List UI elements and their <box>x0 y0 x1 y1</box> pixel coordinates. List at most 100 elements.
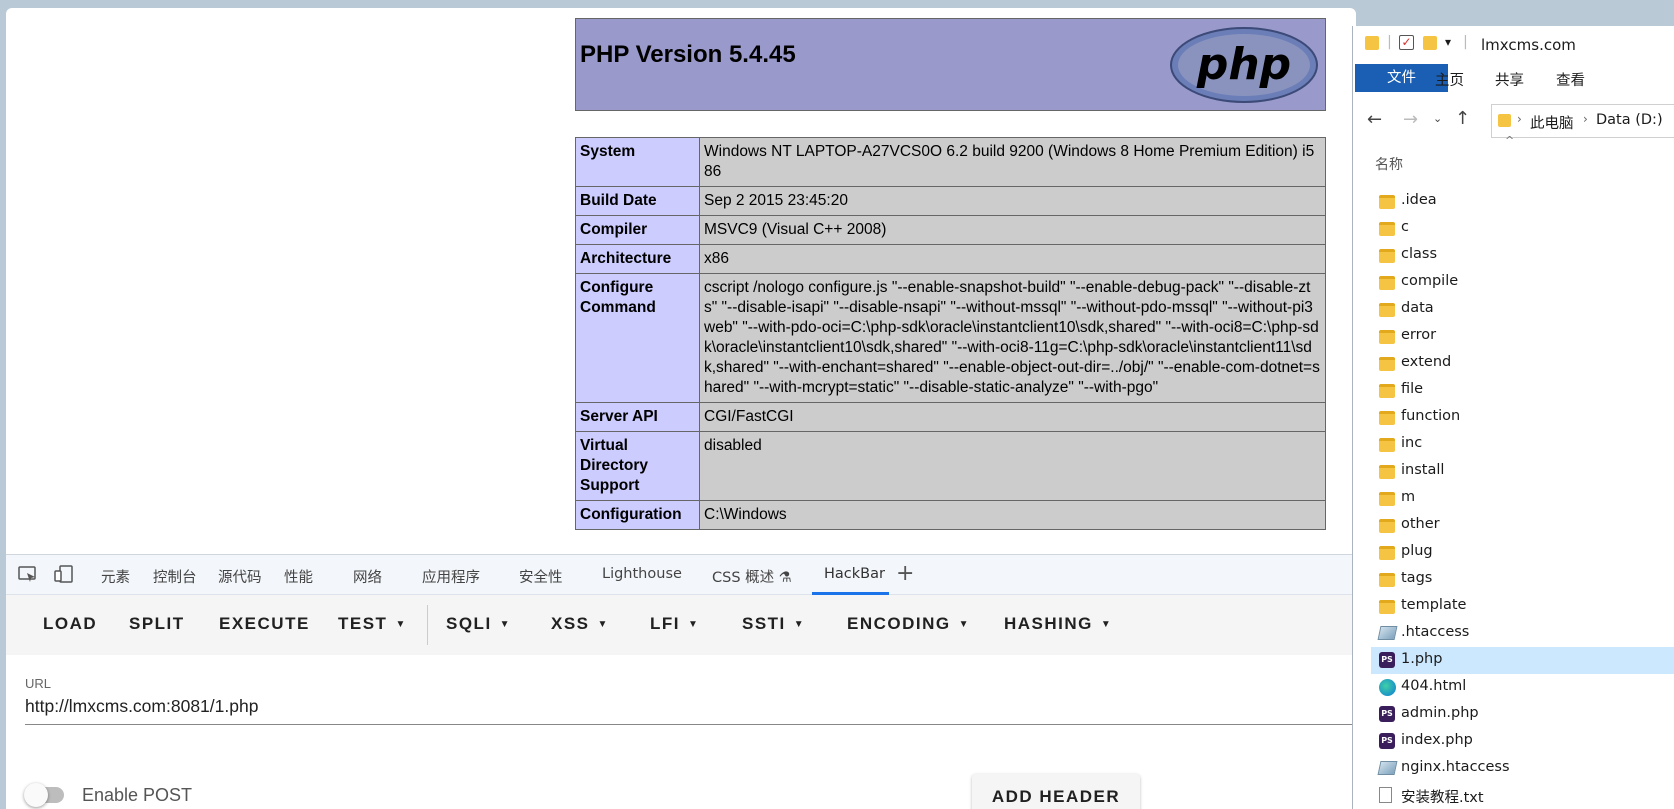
tab-network[interactable]: 网络 <box>353 566 382 587</box>
file-list-item[interactable]: compile <box>1371 269 1674 296</box>
tab-elements[interactable]: 元素 <box>101 566 130 587</box>
file-list-item[interactable]: class <box>1371 242 1674 269</box>
file-list-item[interactable]: .htaccess <box>1371 620 1674 647</box>
tab-application[interactable]: 应用程序 <box>422 566 480 587</box>
file-list-item[interactable]: .idea <box>1371 188 1674 215</box>
properties-icon[interactable]: ✓ <box>1399 35 1414 50</box>
ribbon-tab-view[interactable]: 查看 <box>1556 69 1585 90</box>
file-list-item[interactable]: PS 1.php <box>1371 647 1674 674</box>
phpinfo-key: Build Date <box>575 186 700 216</box>
ribbon-tab-share[interactable]: 共享 <box>1495 69 1524 90</box>
enable-post-label: Enable POST <box>82 785 193 805</box>
file-list-item[interactable]: data <box>1371 296 1674 323</box>
titlebar-divider: | <box>1463 34 1468 50</box>
file-list-item[interactable]: plug <box>1371 539 1674 566</box>
file-list-item[interactable]: template <box>1371 593 1674 620</box>
add-header-button[interactable]: ADD HEADER <box>972 774 1140 809</box>
folder-icon <box>1379 600 1395 614</box>
test-button[interactable]: TEST ▼ <box>338 614 407 634</box>
file-list-item[interactable]: PS admin.php <box>1371 701 1674 728</box>
file-list-item[interactable]: 安装教程.txt <box>1371 782 1674 809</box>
add-tab-icon[interactable]: + <box>896 561 914 586</box>
caret-down-icon: ▼ <box>1100 619 1113 630</box>
address-segment-drive[interactable]: Data (D:) <box>1596 112 1663 128</box>
tab-performance[interactable]: 性能 <box>284 566 313 587</box>
ribbon-tab-home[interactable]: 主页 <box>1435 69 1464 90</box>
tab-sources[interactable]: 源代码 <box>218 566 262 587</box>
encoding-button[interactable]: ENCODING ▼ <box>847 614 970 634</box>
folder-icon <box>1379 465 1395 479</box>
address-bar[interactable]: › 此电脑 › Data (D:) <box>1491 104 1674 138</box>
column-header-name[interactable]: 名称 <box>1375 154 1403 174</box>
url-input[interactable]: http://lmxcms.com:8081/1.php <box>25 696 258 717</box>
devtools-panel: 元素 控制台 源代码 性能 网络 应用程序 安全性 Lighthouse CSS… <box>6 554 1356 809</box>
inspect-element-icon[interactable] <box>18 565 40 585</box>
file-list-item[interactable]: m <box>1371 485 1674 512</box>
file-list-item[interactable]: function <box>1371 404 1674 431</box>
caret-down-icon: ▼ <box>958 619 971 630</box>
tab-hackbar[interactable]: HackBar <box>824 566 885 582</box>
split-button[interactable]: SPLIT <box>129 614 185 634</box>
enable-post-toggle-knob[interactable] <box>24 783 48 807</box>
titlebar-divider: | <box>1387 34 1392 50</box>
phpinfo-value: cscript /nologo configure.js "--enable-s… <box>699 273 1326 403</box>
file-list-item[interactable]: error <box>1371 323 1674 350</box>
file-list-item[interactable]: other <box>1371 512 1674 539</box>
load-button[interactable]: LOAD <box>43 614 97 634</box>
php-logo: php <box>1170 27 1318 103</box>
file-list-item[interactable]: 404.html <box>1371 674 1674 701</box>
file-list-item[interactable]: nginx.htaccess <box>1371 755 1674 782</box>
file-list-item[interactable]: inc <box>1371 431 1674 458</box>
phpinfo-row: Architecture x86 <box>575 244 1326 274</box>
tab-security[interactable]: 安全性 <box>519 566 563 587</box>
file-list-item[interactable]: extend <box>1371 350 1674 377</box>
ssti-button[interactable]: SSTI ▼ <box>742 614 805 634</box>
folder-icon <box>1379 249 1395 263</box>
lfi-button[interactable]: LFI ▼ <box>650 614 699 634</box>
toolbar-divider <box>427 605 428 645</box>
folder-icon <box>1379 546 1395 560</box>
file-name: extend <box>1401 354 1452 370</box>
phpinfo-row: Compiler MSVC9 (Visual C++ 2008) <box>575 215 1326 245</box>
phpinfo-key: Compiler <box>575 215 700 245</box>
phpinfo-row: Configuration C:\Windows <box>575 500 1326 530</box>
file-explorer-window: | ✓ ▾ | lmxcms.com 文件 主页 共享 查看 ← → ⌄ ↑ ›… <box>1352 26 1674 809</box>
folder-icon <box>1379 276 1395 290</box>
sqli-button[interactable]: SQLI ▼ <box>446 614 511 634</box>
address-segment-this-pc[interactable]: 此电脑 <box>1530 112 1574 133</box>
back-arrow-icon[interactable]: ← <box>1367 109 1382 130</box>
recent-locations-icon[interactable]: ⌄ <box>1433 112 1442 125</box>
file-list-item[interactable]: install <box>1371 458 1674 485</box>
tab-lighthouse[interactable]: Lighthouse <box>602 566 682 582</box>
explorer-ribbon: 文件 主页 共享 查看 <box>1353 64 1674 92</box>
file-icon <box>1377 626 1398 640</box>
file-name: file <box>1401 381 1424 397</box>
execute-button[interactable]: EXECUTE <box>219 614 310 634</box>
caret-down-icon: ▼ <box>395 619 407 630</box>
phpstorm-file-icon: PS <box>1379 652 1395 668</box>
folder-icon <box>1379 519 1395 533</box>
new-folder-icon[interactable] <box>1423 36 1437 50</box>
text-file-icon <box>1379 787 1392 803</box>
phpinfo-value: disabled <box>699 431 1326 501</box>
xss-button[interactable]: XSS ▼ <box>551 614 609 634</box>
up-arrow-icon[interactable]: ↑ <box>1455 108 1470 129</box>
quick-access-dropdown-icon[interactable]: ▾ <box>1445 35 1451 49</box>
hashing-button[interactable]: HASHING ▼ <box>1004 614 1112 634</box>
tab-css-overview[interactable]: CSS 概述 ⚗ <box>712 566 792 587</box>
tab-console[interactable]: 控制台 <box>153 566 197 587</box>
php-logo-text: php <box>1196 39 1291 90</box>
device-toolbar-icon[interactable] <box>54 565 76 585</box>
file-list-item[interactable]: c <box>1371 215 1674 242</box>
phpinfo-value: CGI/FastCGI <box>699 402 1326 432</box>
file-list-item[interactable]: file <box>1371 377 1674 404</box>
file-list-item[interactable]: tags <box>1371 566 1674 593</box>
file-list-item[interactable]: PS index.php <box>1371 728 1674 755</box>
file-name: 404.html <box>1401 678 1467 694</box>
phpinfo-key: System <box>575 137 700 187</box>
folder-icon <box>1379 492 1395 506</box>
phpinfo-header: PHP Version 5.4.45 php <box>575 18 1326 111</box>
url-underline <box>25 724 1356 725</box>
forward-arrow-icon[interactable]: → <box>1403 109 1418 130</box>
browser-page: PHP Version 5.4.45 php System Windows NT … <box>6 8 1356 554</box>
